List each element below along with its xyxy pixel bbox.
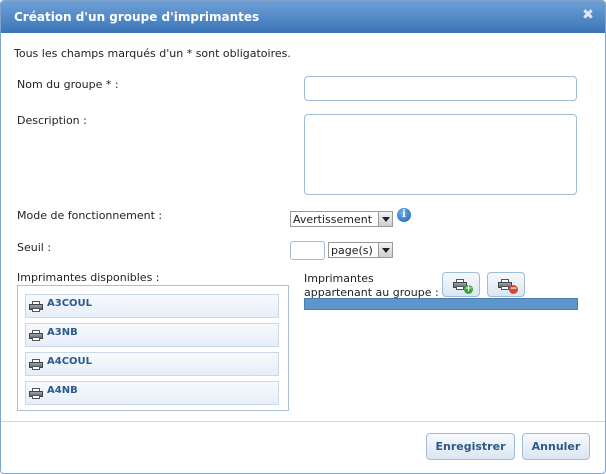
printer-item[interactable]: A3NB xyxy=(25,323,279,347)
group-name-label: Nom du groupe * : xyxy=(17,78,119,91)
available-printers-label: Imprimantes disponibles : xyxy=(17,271,160,284)
threshold-input[interactable] xyxy=(290,241,325,260)
threshold-label: Seuil : xyxy=(17,241,52,254)
info-icon[interactable]: i xyxy=(397,208,411,222)
save-button[interactable]: Enregistrer xyxy=(426,433,515,460)
cancel-button[interactable]: Annuler xyxy=(522,433,590,460)
remove-icon: − xyxy=(509,284,518,294)
required-fields-note: Tous les champs marqués d'un * sont obli… xyxy=(14,47,291,60)
printer-name: A3NB xyxy=(47,327,78,338)
remove-printer-button[interactable]: − xyxy=(487,272,525,297)
group-name-input[interactable] xyxy=(304,76,577,101)
mode-select-value: Avertissement xyxy=(293,213,373,226)
printer-icon xyxy=(29,301,43,312)
mode-select[interactable]: Avertissement xyxy=(290,211,393,227)
printer-name: A4COUL xyxy=(47,356,93,367)
printer-item[interactable]: A3COUL xyxy=(25,294,279,318)
footer-divider xyxy=(1,421,605,422)
threshold-unit-select[interactable]: page(s) xyxy=(328,242,393,258)
dialog-title: Création d'un groupe d'imprimantes xyxy=(14,10,260,24)
dialog-titlebar: Création d'un groupe d'imprimantes ✖ xyxy=(1,1,605,33)
printer-item[interactable]: A4NB xyxy=(25,381,279,405)
printer-icon xyxy=(29,359,43,370)
threshold-unit-value: page(s) xyxy=(331,244,373,257)
printer-icon xyxy=(29,388,43,399)
member-printers-list[interactable] xyxy=(304,298,578,310)
add-printer-button[interactable]: + xyxy=(442,272,480,297)
printer-name: A3COUL xyxy=(47,298,93,309)
add-icon: + xyxy=(464,284,473,294)
printer-name: A4NB xyxy=(47,385,78,396)
chevron-down-icon xyxy=(378,243,392,257)
close-icon[interactable]: ✖ xyxy=(581,8,595,22)
chevron-down-icon xyxy=(378,212,392,226)
mode-label: Mode de fonctionnement : xyxy=(17,209,163,222)
available-printers-list: A3COUL A3NB A4COUL A4NB xyxy=(17,285,289,411)
printer-group-dialog: Création d'un groupe d'imprimantes ✖ Tou… xyxy=(0,0,606,474)
description-label: Description : xyxy=(17,114,87,127)
printer-icon xyxy=(29,330,43,341)
member-printers-label-line1: Imprimantes xyxy=(304,272,374,285)
description-textarea[interactable] xyxy=(304,114,577,195)
printer-item[interactable]: A4COUL xyxy=(25,352,279,376)
